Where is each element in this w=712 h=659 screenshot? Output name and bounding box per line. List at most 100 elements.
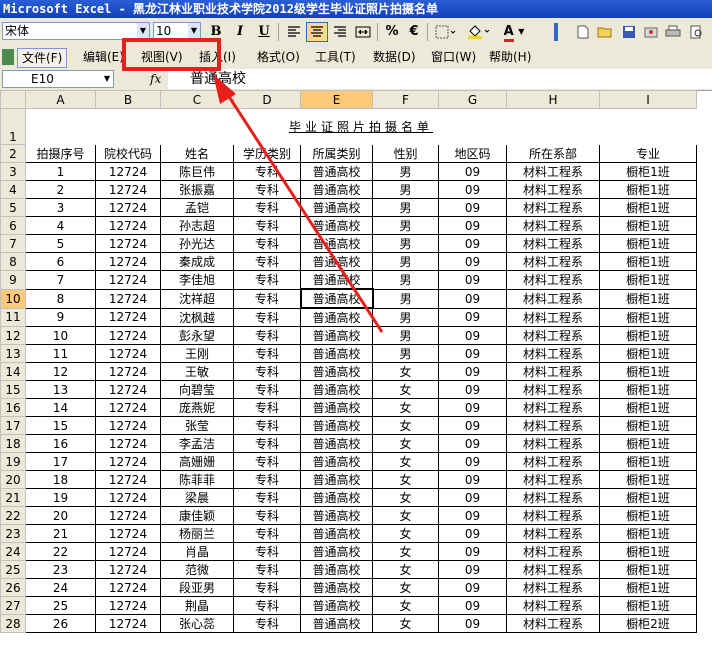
align-right-button[interactable] [330,22,350,42]
table-cell[interactable]: 段亚男 [160,578,234,597]
table-cell[interactable]: 陈菲菲 [160,470,234,489]
row-header[interactable]: 21 [0,488,26,507]
table-cell[interactable]: 男 [372,344,439,363]
table-cell[interactable]: 1 [25,162,96,181]
table-cell[interactable]: 09 [438,416,507,435]
table-cell[interactable]: 材料工程系 [506,344,600,363]
row-header[interactable]: 15 [0,380,26,399]
column-header[interactable]: G [438,90,507,109]
table-cell[interactable]: 普通高校 [300,234,373,253]
table-cell[interactable]: 普通高校 [300,614,373,633]
chevron-down-icon[interactable]: ▼ [188,23,200,39]
table-cell[interactable]: 材料工程系 [506,234,600,253]
italic-button[interactable]: I [231,22,249,42]
table-cell[interactable]: 材料工程系 [506,180,600,199]
table-cell[interactable]: 专科 [233,506,301,525]
table-cell[interactable]: 橱柜1班 [599,560,697,579]
table-cell[interactable]: 沈枫越 [160,307,234,327]
menu-format[interactable]: 格式(O) [253,48,304,66]
table-cell[interactable]: 材料工程系 [506,198,600,217]
table-cell[interactable]: 19 [25,488,96,507]
table-cell[interactable]: 09 [438,596,507,615]
table-cell[interactable]: 女 [372,560,439,579]
sheet-title[interactable]: 毕业证照片拍摄名单 [25,108,697,145]
table-cell[interactable]: 7 [25,270,96,290]
table-cell[interactable]: 李佳旭 [160,270,234,290]
table-cell[interactable]: 12724 [95,488,161,507]
table-cell[interactable]: 2 [25,180,96,199]
column-header[interactable]: F [372,90,439,109]
table-cell[interactable]: 09 [438,470,507,489]
header-cell[interactable]: 所在系部 [506,144,600,163]
table-cell[interactable]: 13 [25,380,96,399]
table-cell[interactable]: 专科 [233,398,301,417]
table-cell[interactable]: 男 [372,307,439,327]
table-cell[interactable]: 庞燕妮 [160,398,234,417]
euro-button[interactable]: € [405,22,423,42]
table-cell[interactable]: 橱柜1班 [599,452,697,471]
table-cell[interactable]: 12724 [95,270,161,290]
save-button[interactable] [620,22,638,42]
table-cell[interactable]: 材料工程系 [506,470,600,489]
table-cell[interactable]: 橱柜1班 [599,162,697,181]
table-cell[interactable]: 12724 [95,380,161,399]
table-cell[interactable]: 25 [25,596,96,615]
table-cell[interactable]: 专科 [233,326,301,345]
table-cell[interactable]: 24 [25,578,96,597]
table-cell[interactable]: 12724 [95,506,161,525]
table-cell[interactable]: 橱柜1班 [599,488,697,507]
table-cell[interactable]: 专科 [233,216,301,235]
table-cell[interactable]: 橱柜1班 [599,398,697,417]
table-cell[interactable]: 专科 [233,434,301,453]
table-cell[interactable]: 23 [25,560,96,579]
table-cell[interactable]: 橱柜1班 [599,198,697,217]
table-cell[interactable]: 20 [25,506,96,525]
table-cell[interactable]: 橱柜1班 [599,288,697,309]
table-cell[interactable]: 向碧莹 [160,380,234,399]
table-cell[interactable]: 09 [438,380,507,399]
table-cell[interactable]: 4 [25,216,96,235]
table-cell[interactable]: 6 [25,252,96,271]
table-cell[interactable]: 材料工程系 [506,452,600,471]
table-cell[interactable]: 16 [25,434,96,453]
align-left-button[interactable] [284,22,304,42]
table-cell[interactable]: 12724 [95,578,161,597]
table-cell[interactable]: 女 [372,488,439,507]
table-cell[interactable]: 男 [372,180,439,199]
table-cell[interactable]: 橱柜1班 [599,362,697,381]
table-cell[interactable]: 09 [438,434,507,453]
menu-tools[interactable]: 工具(T) [311,48,360,66]
column-header[interactable]: B [95,90,161,109]
table-cell[interactable]: 材料工程系 [506,380,600,399]
table-cell[interactable]: 12724 [95,434,161,453]
table-cell[interactable]: 普通高校 [300,596,373,615]
table-cell[interactable]: 09 [438,524,507,543]
column-header[interactable]: I [599,90,697,109]
underline-button[interactable]: U [255,22,273,42]
table-cell[interactable]: 沈祥超 [160,288,234,309]
table-cell[interactable]: 22 [25,542,96,561]
table-cell[interactable]: 09 [438,252,507,271]
table-cell[interactable]: 专科 [233,270,301,290]
chevron-down-icon[interactable]: ▼ [137,23,149,39]
row-header[interactable]: 27 [0,596,26,615]
table-cell[interactable]: 橱柜1班 [599,506,697,525]
table-cell[interactable]: 12724 [95,234,161,253]
row-header[interactable]: 24 [0,542,26,561]
table-cell[interactable]: 张振嘉 [160,180,234,199]
table-cell[interactable]: 09 [438,452,507,471]
table-cell[interactable]: 专科 [233,380,301,399]
table-cell[interactable]: 橱柜1班 [599,434,697,453]
table-cell[interactable]: 09 [438,614,507,633]
table-cell[interactable]: 材料工程系 [506,362,600,381]
table-cell[interactable]: 康佳颖 [160,506,234,525]
table-cell[interactable]: 女 [372,362,439,381]
table-cell[interactable]: 普通高校 [300,470,373,489]
table-cell[interactable]: 普通高校 [300,362,373,381]
table-cell[interactable]: 女 [372,416,439,435]
row-header[interactable]: 14 [0,362,26,381]
table-cell[interactable]: 09 [438,198,507,217]
table-cell[interactable]: 橱柜1班 [599,524,697,543]
table-cell[interactable]: 材料工程系 [506,326,600,345]
table-cell[interactable]: 橱柜1班 [599,216,697,235]
